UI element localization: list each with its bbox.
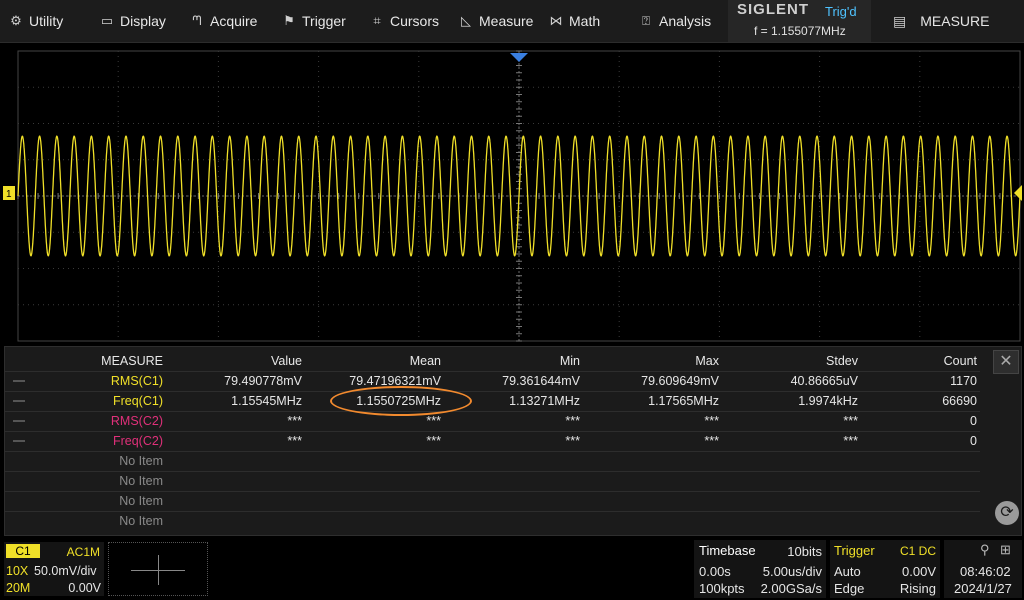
timebase-title: Timebase: [699, 543, 756, 558]
trigger-status: Trig'd: [825, 4, 857, 19]
brand-logo: SIGLENT: [737, 1, 810, 18]
menu-acquire[interactable]: ᘉ Acquire: [190, 0, 257, 42]
menu-trigger[interactable]: ⚑ Trigger: [282, 0, 346, 42]
ruler-icon: ◺: [461, 13, 471, 28]
table-row[interactable]: Freq(C1) 1.15545MHz 1.1550725MHz 1.13271…: [5, 391, 980, 412]
trigger-level-marker[interactable]: [1014, 185, 1022, 201]
menu-math[interactable]: ⋈ Math: [549, 0, 601, 42]
acquire-icon: ᘉ: [192, 13, 202, 28]
timebase-sample-rate: 2.00GSa/s: [760, 581, 822, 596]
active-menu-measure[interactable]: ▤ MEASURE: [885, 0, 1024, 42]
status-bar: C1 AC1M 10X 50.0mV/div 20M 0.00V Timebas…: [0, 538, 1024, 600]
menu-analysis-label: Analysis: [659, 13, 712, 29]
table-row[interactable]: Freq(C2) *** *** *** *** *** 0: [5, 431, 980, 452]
menu-cursors-label: Cursors: [390, 13, 440, 29]
menu-list-icon: ▤: [893, 12, 907, 29]
usb-icon: ⚲: [980, 542, 990, 557]
channel1-bandwidth: 20M: [6, 581, 31, 595]
count: 0: [970, 434, 977, 448]
add-channel-button[interactable]: [108, 542, 208, 596]
menu-measure-label: Measure: [479, 13, 534, 29]
menu-display[interactable]: ▭ Display: [100, 0, 166, 42]
plus-icon-vertical: [158, 555, 159, 585]
no-item-label: No Item: [119, 514, 163, 528]
clock-date: 2024/1/27: [954, 581, 1012, 596]
table-row[interactable]: RMS(C1) 79.490778mV 79.47196321mV 79.361…: [5, 371, 980, 392]
trigger-level: 0.00V: [902, 564, 936, 579]
channel1-probe: 10X: [6, 564, 29, 578]
no-item-label: No Item: [119, 454, 163, 468]
menu-utility[interactable]: ⚙ Utility: [9, 0, 63, 42]
trigger-position-marker[interactable]: [510, 53, 528, 62]
trigger-mode: Auto: [834, 564, 861, 579]
network-icon: ⊞: [1000, 542, 1011, 557]
channel1-tag: C1: [6, 544, 40, 558]
trigger-title: Trigger: [834, 543, 875, 558]
channel1-scale: 50.0mV/div: [34, 564, 97, 578]
channel1-offset-marker[interactable]: 1: [3, 186, 15, 200]
header-count: Count: [943, 354, 977, 368]
close-icon[interactable]: ✕: [993, 350, 1019, 374]
menu-acquire-label: Acquire: [210, 13, 258, 29]
crosshair-icon: ⌗: [373, 13, 381, 28]
count: 0: [970, 414, 977, 428]
timebase-memory: 100kpts: [699, 581, 745, 596]
trigger-source: C1 DC: [899, 544, 936, 558]
monitor-icon: ▭: [100, 13, 114, 28]
table-row[interactable]: RMS(C2) *** *** *** *** *** 0: [5, 411, 980, 432]
waveform-display[interactable]: 1: [0, 45, 1024, 343]
timebase-delay: 0.00s: [699, 564, 731, 579]
menu-bar: ⚙ Utility ▭ Display ᘉ Acquire ⚑ Trigger …: [0, 0, 1024, 43]
table-header: MEASURE Value Mean Min Max Stdev Count: [5, 351, 980, 372]
empty-row[interactable]: No Item: [5, 491, 980, 512]
timebase-panel[interactable]: Timebase 10bits 0.00s 5.00us/div 100kpts…: [694, 540, 826, 598]
gear-icon: ⚙: [10, 13, 22, 28]
measurement-panel: MEASURE Value Mean Min Max Stdev Count R…: [4, 346, 1022, 536]
trigger-panel[interactable]: Trigger C1 DC Auto 0.00V Edge Rising: [830, 540, 940, 598]
menu-measure[interactable]: ◺ Measure: [459, 0, 533, 42]
timebase-bits: 10bits: [787, 544, 822, 559]
menu-trigger-label: Trigger: [302, 13, 346, 29]
channel1-offset: 0.00V: [68, 581, 101, 595]
flag-icon: ⚑: [283, 13, 295, 28]
timebase-scale: 5.00us/div: [762, 564, 822, 579]
refresh-icon[interactable]: ⟳: [995, 501, 1019, 525]
no-item-label: No Item: [119, 474, 163, 488]
no-item-label: No Item: [119, 494, 163, 508]
empty-row[interactable]: No Item: [5, 451, 980, 472]
clock-panel: ⚲ ⊞ 08:46:02 2024/1/27: [944, 540, 1022, 598]
analysis-icon: ⍰: [642, 13, 650, 28]
active-menu-label: MEASURE: [920, 13, 990, 29]
count: 1170: [950, 374, 977, 388]
channel1-coupling: AC1M: [66, 545, 100, 559]
status-panel: SIGLENT Trig'd f = 1.155077MHz: [728, 0, 871, 42]
menu-math-label: Math: [569, 13, 601, 29]
empty-row[interactable]: No Item: [5, 471, 980, 492]
frequency-readout: f = 1.155077MHz: [754, 24, 846, 38]
menu-display-label: Display: [120, 13, 166, 29]
menu-analysis[interactable]: ⍰ Analysis: [639, 0, 711, 42]
menu-cursors[interactable]: ⌗ Cursors: [370, 0, 439, 42]
trigger-slope: Rising: [899, 581, 936, 596]
empty-row[interactable]: No Item: [5, 511, 980, 531]
count: 66690: [942, 394, 977, 408]
trigger-type: Edge: [834, 581, 865, 596]
channel1-info[interactable]: C1 AC1M 10X 50.0mV/div 20M 0.00V: [4, 542, 104, 596]
channel1-marker-label: 1: [6, 189, 12, 200]
menu-utility-label: Utility: [29, 13, 64, 29]
math-icon: ⋈: [549, 13, 563, 28]
clock-time: 08:46:02: [960, 564, 1011, 579]
